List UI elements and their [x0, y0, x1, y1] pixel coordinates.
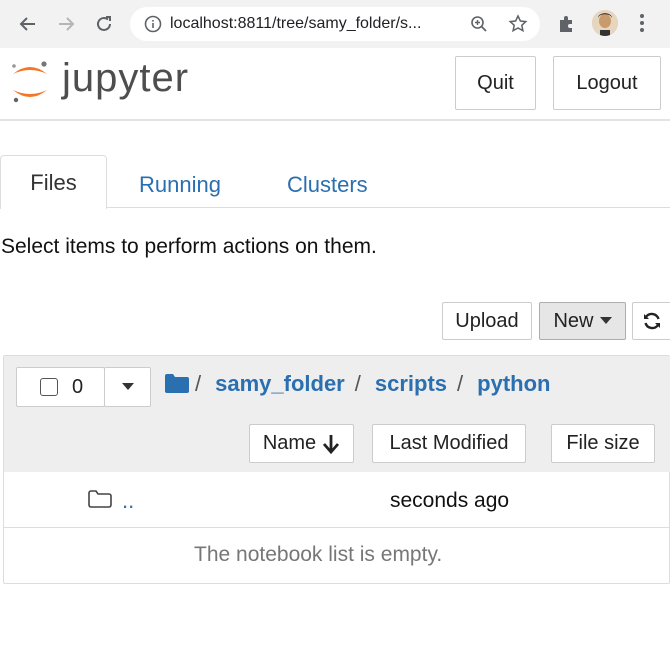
zoom-icon[interactable] — [470, 15, 488, 38]
reload-icon[interactable] — [90, 10, 118, 38]
sort-name-label: Name — [262, 432, 317, 454]
forward-arrow-icon[interactable] — [52, 10, 80, 38]
jupyter-logo-text: jupyter — [62, 56, 190, 100]
selected-count: 0 — [72, 375, 84, 398]
sort-by-file-size-button[interactable]: File size — [551, 424, 655, 463]
select-dropdown-button[interactable] — [104, 367, 151, 407]
row-divider — [4, 527, 670, 528]
folder-outline-icon — [88, 489, 112, 514]
sort-arrow-down-icon — [322, 434, 340, 454]
url-text[interactable]: localhost:8811/tree/samy_folder/s... — [170, 15, 421, 33]
breadcrumb-python[interactable]: python — [477, 371, 550, 397]
breadcrumb-separator: / — [354, 371, 361, 396]
new-dropdown-button[interactable]: New — [539, 302, 626, 340]
address-bar[interactable]: localhost:8811/tree/samy_folder/s... — [130, 7, 540, 41]
caret-down-icon — [121, 383, 134, 391]
parent-modified-time: seconds ago — [390, 489, 510, 512]
new-button-label: New — [553, 309, 594, 332]
profile-avatar[interactable] — [592, 10, 618, 36]
back-arrow-icon[interactable] — [14, 10, 42, 38]
sort-by-name-button[interactable]: Name — [249, 424, 354, 463]
breadcrumb-separator: / — [195, 371, 202, 396]
breadcrumb-samy-folder[interactable]: samy_folder — [215, 371, 345, 397]
refresh-icon — [642, 311, 662, 331]
extensions-puzzle-icon[interactable] — [556, 13, 578, 40]
bookmark-star-icon[interactable] — [508, 14, 528, 39]
selection-hint: Select items to perform actions on them. — [1, 235, 377, 258]
select-all-checkbox[interactable] — [40, 378, 58, 396]
info-icon[interactable] — [144, 15, 162, 33]
breadcrumb-separator: / — [457, 371, 464, 396]
caret-down-icon — [599, 317, 612, 325]
breadcrumb: / samy_folder / scripts / python — [195, 371, 550, 397]
tab-files[interactable]: Files — [0, 155, 107, 209]
header-divider — [0, 119, 670, 121]
folder-icon[interactable] — [165, 373, 189, 398]
select-all-checkbox-group[interactable]: 0 — [16, 367, 105, 407]
parent-directory-link[interactable]: .. — [122, 488, 134, 514]
more-options-icon[interactable] — [636, 12, 648, 39]
breadcrumb-scripts[interactable]: scripts — [375, 371, 447, 397]
jupyter-logo-icon[interactable] — [8, 56, 52, 108]
refresh-button[interactable] — [632, 302, 670, 340]
quit-button[interactable]: Quit — [455, 56, 536, 110]
sort-by-last-modified-button[interactable]: Last Modified — [372, 424, 526, 463]
empty-list-message: The notebook list is empty. — [194, 543, 443, 566]
browser-toolbar: localhost:8811/tree/samy_folder/s... — [0, 0, 670, 48]
upload-button[interactable]: Upload — [442, 302, 532, 340]
tab-running[interactable]: Running — [139, 172, 221, 198]
tab-clusters[interactable]: Clusters — [287, 172, 368, 198]
logout-button[interactable]: Logout — [553, 56, 661, 110]
